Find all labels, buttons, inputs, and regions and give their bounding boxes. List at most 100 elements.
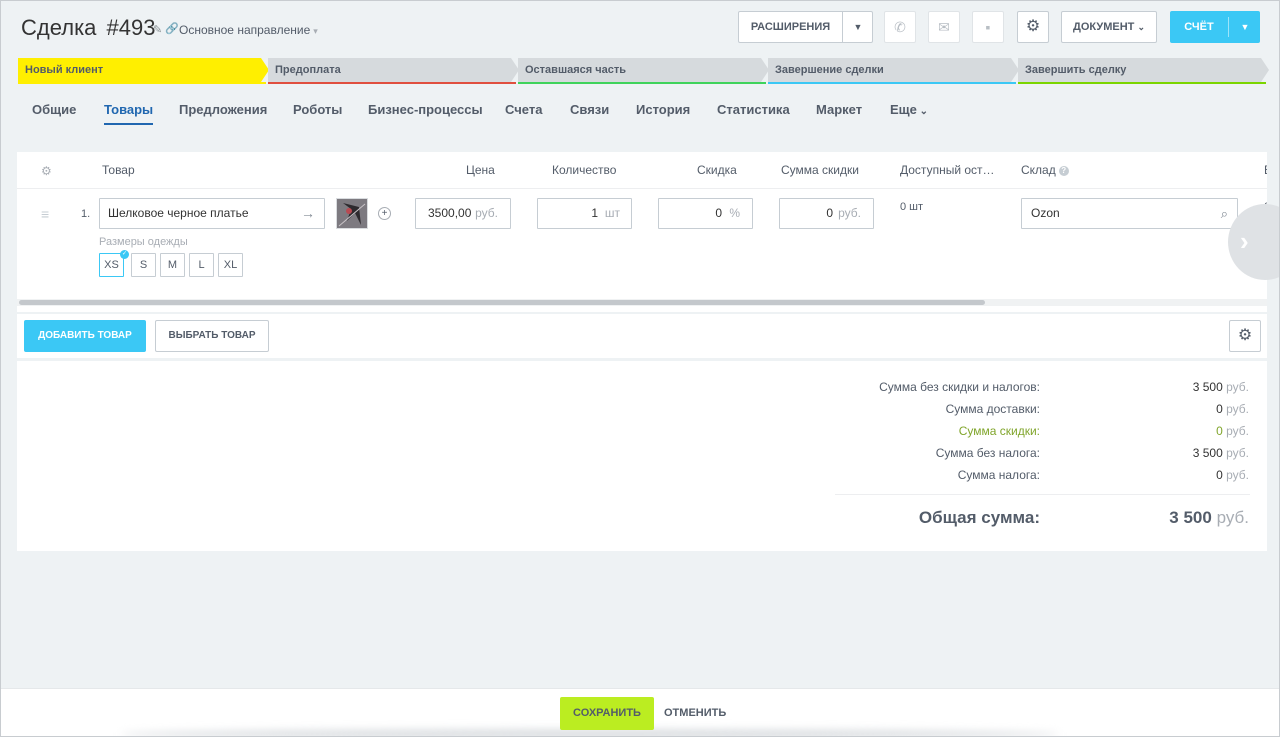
tab-1[interactable]: Общие (32, 102, 76, 117)
total-currency: руб. (1226, 446, 1249, 460)
tab-6[interactable]: Счета (505, 102, 542, 117)
sizes-label: Размеры одежды (99, 236, 188, 248)
total-value: 0 руб. (1216, 468, 1249, 482)
warehouse-input[interactable]: Ozon ⌕ (1021, 198, 1238, 229)
total-row: Сумма налога: 0 руб. (17, 468, 1267, 488)
tab-11[interactable]: Еще ⌄ (890, 102, 928, 117)
product-image[interactable] (336, 198, 368, 229)
quantity-unit: шт (604, 206, 620, 220)
column-discount: Скидка (697, 163, 737, 177)
total-value: 0 руб. (1216, 402, 1249, 416)
chevron-down-icon[interactable]: ▼ (843, 12, 873, 42)
size-option[interactable]: L (189, 253, 214, 277)
select-product-button[interactable]: ВЫБРАТЬ ТОВАР (155, 320, 269, 352)
tab-4[interactable]: Роботы (293, 102, 342, 117)
price-value: 3500,00 (428, 206, 472, 220)
quantity-input[interactable]: 1 шт (537, 198, 632, 229)
total-row: Сумма доставки: 0 руб. (17, 402, 1267, 422)
tab-2[interactable]: Товары (104, 102, 154, 125)
tab-label: Маркет (816, 102, 863, 117)
totals-panel: Общая сумма: 3 500 руб. Сумма без скидки… (17, 361, 1267, 551)
phone-icon[interactable]: ✆ (884, 11, 916, 43)
tab-label: Бизнес-процессы (368, 102, 483, 117)
help-icon[interactable]: ? (1058, 165, 1069, 176)
total-label: Сумма без скидки и налогов: (879, 380, 1040, 394)
divider (835, 494, 1250, 495)
total-label: Сумма налога: (957, 468, 1040, 482)
total-amount: 0 (1216, 402, 1223, 416)
stage-5[interactable]: Завершить сделку (1018, 58, 1269, 84)
product-name-field[interactable]: Шелковое черное платье → (99, 198, 325, 229)
invoice-button[interactable]: СЧЁТ ▼ (1170, 11, 1260, 43)
stage-label: Новый клиент (25, 64, 104, 76)
extensions-button[interactable]: РАСШИРЕНИЯ ▼ (738, 11, 873, 43)
stage-1[interactable]: Новый клиент (18, 58, 269, 84)
size-option[interactable]: M (160, 253, 185, 277)
available-value: 0 шт (900, 201, 924, 213)
total-currency: руб. (1226, 380, 1249, 394)
stage-3[interactable]: Оставшаяся часть (518, 58, 769, 84)
add-product-button[interactable]: ДОБАВИТЬ ТОВАР (24, 320, 146, 352)
gear-icon[interactable]: ⚙ (1017, 11, 1049, 43)
stage-2[interactable]: Предоплата (268, 58, 519, 84)
size-option[interactable]: XL (218, 253, 243, 277)
tab-8[interactable]: История (636, 102, 690, 117)
total-amount: 0 (1216, 468, 1223, 482)
chat-icon[interactable]: ▪ (972, 11, 1004, 43)
document-button[interactable]: ДОКУМЕНТ ⌄ (1061, 11, 1157, 43)
stage-bar: Новый клиент Предоплата Оставшаяся часть За… (18, 58, 1269, 85)
arrow-right-icon[interactable]: → (301, 199, 315, 228)
total-value: 0 руб. (1216, 424, 1249, 438)
drag-handle-icon[interactable]: ≡ (41, 206, 49, 222)
grand-total-row: Общая сумма: 3 500 руб. (17, 508, 1267, 534)
mail-icon[interactable]: ✉ (928, 11, 960, 43)
discount-value: 0 (715, 206, 722, 220)
column-more: В (1264, 163, 1267, 177)
gear-icon[interactable]: ⚙ (41, 164, 52, 178)
tab-9[interactable]: Статистика (717, 102, 790, 117)
stage-4[interactable]: Завершение сделки (768, 58, 1019, 84)
deal-number: #493 (106, 15, 156, 40)
scrollbar-thumb[interactable] (19, 300, 985, 305)
save-button[interactable]: СОХРАНИТЬ (560, 697, 654, 730)
tab-10[interactable]: Маркет (816, 102, 862, 117)
tab-label: Роботы (293, 102, 343, 117)
deal-title: Сделка (21, 15, 97, 40)
price-input[interactable]: 3500,00 руб. (415, 198, 511, 229)
direction-selector[interactable]: Основное направление ▾ (179, 23, 318, 37)
size-option[interactable]: S (131, 253, 156, 277)
row-index: 1. (81, 208, 91, 220)
stage-label: Завершить сделку (1025, 64, 1127, 76)
tab-label: Статистика (717, 102, 790, 117)
total-row: Сумма без налога: 3 500 руб. (17, 446, 1267, 466)
tab-label: Товары (104, 102, 154, 117)
grand-total-currency: руб. (1216, 508, 1249, 527)
column-available: Доступный ост… (900, 163, 995, 177)
chevron-down-icon[interactable]: ▼ (1230, 11, 1260, 43)
tab-label: Предложения (179, 102, 268, 117)
table-header: ⚙ Товар Цена Количество Скидка Сумма ски… (17, 152, 1267, 189)
link-icon[interactable]: 🔗 (165, 22, 179, 35)
cancel-button[interactable]: ОТМЕНИТЬ (664, 697, 726, 730)
document-label: ДОКУМЕНТ (1073, 21, 1135, 33)
pencil-icon[interactable]: ✎ (153, 23, 162, 36)
tab-3[interactable]: Предложения (179, 102, 267, 117)
stage-label: Предоплата (275, 64, 341, 76)
direction-label: Основное направление (179, 23, 311, 37)
grand-total-label: Общая сумма: (918, 508, 1040, 527)
product-actions: ДОБАВИТЬ ТОВАР ВЫБРАТЬ ТОВАР ⚙ (17, 314, 1267, 358)
divider (1228, 17, 1229, 37)
search-icon[interactable]: ⌕ (1221, 199, 1228, 228)
tab-5[interactable]: Бизнес-процессы (368, 102, 483, 117)
products-panel: ⚙ Товар Цена Количество Скидка Сумма ски… (17, 152, 1267, 312)
discount-sum-input[interactable]: 0 руб. (779, 198, 874, 229)
total-label: Сумма доставки: (945, 402, 1040, 416)
tab-7[interactable]: Связи (570, 102, 609, 117)
add-image-icon[interactable]: + (378, 207, 391, 220)
discount-sum-unit: руб. (838, 206, 861, 220)
gear-icon[interactable]: ⚙ (1229, 320, 1261, 352)
discount-input[interactable]: 0 % (658, 198, 753, 229)
discount-unit: % (729, 206, 740, 220)
total-amount: 0 (1216, 424, 1223, 438)
total-currency: руб. (1226, 468, 1249, 482)
